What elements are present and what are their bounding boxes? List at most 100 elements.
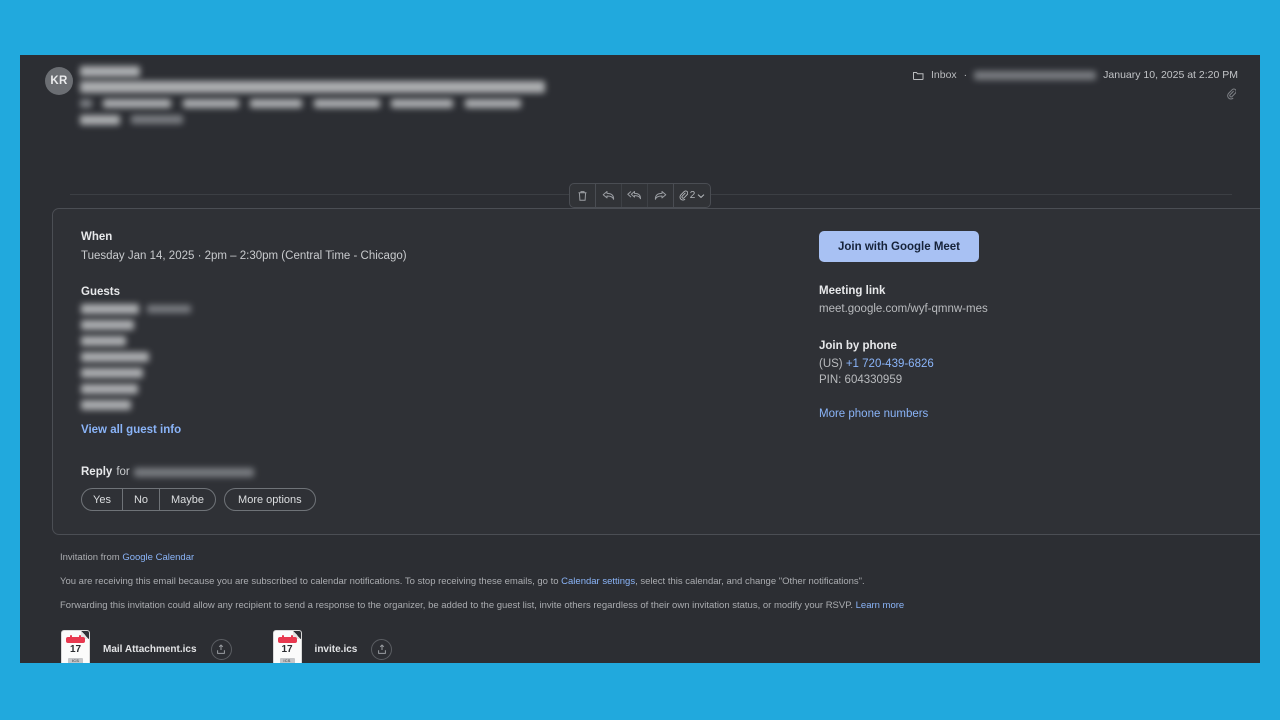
sender-name-value: Kate Ryan: [80, 66, 140, 77]
file-extension-badge: ICS: [280, 658, 295, 663]
mail-message-window: KR Kate Ryan Invitation: Bookstore Conte…: [20, 55, 1260, 663]
when-section: When Tuesday Jan 14, 2025 · 2pm – 2:30pm…: [81, 231, 781, 264]
attachment-filename: invite.ics: [315, 644, 358, 655]
meet-details-column: Join with Google Meet Meeting link meet.…: [819, 231, 1239, 422]
phone-number-link[interactable]: +1 720-439-6826: [846, 358, 934, 370]
view-all-guest-info-link[interactable]: View all guest info: [81, 424, 181, 436]
recipient-chip-4: Will Arrowhead: [314, 99, 380, 108]
delete-button[interactable]: [570, 184, 596, 207]
notice-part2: , select this calendar, and change "Othe…: [635, 576, 865, 587]
download-icon: [216, 644, 226, 655]
when-label: When: [81, 231, 781, 243]
forwarding-notice-line: Forwarding this invitation could allow a…: [60, 599, 1220, 612]
phone-line: (US) +1 720-439-6826: [819, 356, 1239, 372]
rsvp-maybe-button[interactable]: Maybe: [160, 489, 215, 510]
meeting-link-label: Meeting link: [819, 285, 1239, 297]
mailbox-separator: ·: [964, 69, 968, 81]
recipient-chip-3: Piper Milos: [250, 99, 302, 108]
attachment-item[interactable]: 17 ICS invite.ics: [268, 627, 399, 663]
mailbox-label: Inbox: [931, 69, 957, 81]
attachment-item[interactable]: 17 ICS Mail Attachment.ics: [56, 627, 238, 663]
join-by-phone-section: Join by phone (US) +1 720-439-6826 PIN: …: [819, 340, 1239, 422]
more-phone-numbers-link[interactable]: More phone numbers: [819, 408, 928, 420]
download-attachment-button[interactable]: [211, 639, 232, 660]
invitation-from-line: Invitation from Google Calendar: [60, 551, 1220, 564]
guest-name: Kate Ryan: [81, 304, 139, 314]
trash-icon: [577, 190, 588, 202]
forward-notice-text: Forwarding this invitation could allow a…: [60, 600, 853, 611]
message-action-toolbar[interactable]: 2: [569, 183, 711, 208]
guest-name: Patricia Smith: [81, 320, 134, 330]
invite-details-column: When Tuesday Jan 14, 2025 · 2pm – 2:30pm…: [81, 231, 781, 511]
guest-name: Piper Milos: [81, 336, 126, 346]
rsvp-segmented-control[interactable]: Yes No Maybe: [81, 488, 216, 511]
reply-all-button[interactable]: [622, 184, 648, 207]
received-date: January 10, 2025 at 2:20 PM: [1103, 69, 1238, 81]
mailbox-folder-icon: [913, 71, 924, 80]
phone-pin: PIN: 604330959: [819, 372, 1239, 388]
recipient-chip-1: recipient.one: [103, 99, 171, 108]
attachments-dropdown-button[interactable]: 2: [674, 184, 710, 207]
invitation-from-prefix: Invitation from: [60, 552, 120, 563]
download-icon: [377, 644, 387, 655]
guest-name: Will Chapman: [81, 368, 143, 378]
reply-for-email-redacted: you@example.com: [134, 468, 254, 477]
guest-list-item: Brian Crosby: [81, 399, 781, 410]
more-options-button[interactable]: More options: [224, 488, 316, 511]
join-with-google-meet-button[interactable]: Join with Google Meet: [819, 231, 979, 262]
calendar-file-icon: 17 ICS: [274, 631, 301, 663]
download-attachment-button[interactable]: [371, 639, 392, 660]
calendar-file-icon: 17 ICS: [62, 631, 89, 663]
notification-notice-line: You are receiving this email because you…: [60, 575, 1220, 588]
reply-for-word: for: [116, 466, 129, 478]
reply-to-value: organizer: [131, 115, 183, 124]
guest-list-item: Will Chapman: [81, 367, 781, 378]
forward-arrow-icon: [654, 190, 667, 201]
guest-list-item: Will Arrowhead: [81, 351, 781, 362]
guests-label: Guests: [81, 286, 781, 298]
learn-more-link[interactable]: Learn more: [856, 600, 905, 611]
meeting-link-value[interactable]: meet.google.com/wyf-qmnw-mes: [819, 301, 1239, 317]
attachments-bar: 17 ICS Mail Attachment.ics 17 ICS invite…: [56, 627, 398, 663]
subject-redacted: Invitation: Bookstore Content Dev Kickof…: [80, 80, 700, 92]
guest-organizer-tag: organizer: [147, 305, 191, 313]
notice-part1: You are receiving this email because you…: [60, 576, 559, 587]
calendar-day-number: 17: [274, 644, 301, 655]
guest-list-item: Kate Ryan organizer: [81, 303, 781, 314]
guest-list-item: Patricia Smith: [81, 319, 781, 330]
reply-to-label: Reply-To:: [80, 115, 120, 125]
attachment-filename: Mail Attachment.ics: [103, 644, 197, 655]
recipient-chip-2: Patricia Smith: [183, 99, 239, 108]
forward-button[interactable]: [648, 184, 674, 207]
reply-for-line: Reply for you@example.com: [81, 466, 781, 478]
chevron-down-icon: [697, 193, 705, 199]
avatar: KR: [45, 67, 73, 95]
calendar-band: [278, 637, 297, 643]
recipient-chip-0: To:: [80, 99, 92, 108]
attachment-paperclip-icon: [1227, 87, 1236, 105]
reply-button[interactable]: [596, 184, 622, 207]
guest-name: Dexter Wonder: [81, 384, 138, 394]
header-meta: Inbox · sender@example.com January 10, 2…: [913, 69, 1238, 81]
desktop-background: KR Kate Ryan Invitation: Bookstore Conte…: [0, 0, 1280, 720]
rsvp-yes-button[interactable]: Yes: [82, 489, 123, 510]
recipients-redacted: To: recipient.one Patricia Smith Piper M…: [80, 97, 700, 107]
calendar-settings-link[interactable]: Calendar settings: [561, 576, 635, 587]
rsvp-buttons-row: Yes No Maybe More options: [81, 488, 781, 511]
message-header-text: Kate Ryan Invitation: Bookstore Content …: [80, 65, 700, 126]
guest-name: Brian Crosby: [81, 400, 131, 410]
guests-section: Guests Kate Ryan organizer Patricia Smit…: [81, 286, 781, 438]
rsvp-section: Reply for you@example.com Yes No Maybe M…: [81, 466, 781, 511]
file-extension-badge: ICS: [68, 658, 83, 663]
rsvp-no-button[interactable]: No: [123, 489, 160, 510]
google-calendar-link[interactable]: Google Calendar: [122, 552, 194, 563]
calendar-day-number: 17: [62, 644, 89, 655]
calendar-band: [66, 637, 85, 643]
meeting-link-section: Meeting link meet.google.com/wyf-qmnw-me…: [819, 285, 1239, 317]
recipient-chip-6: Dexter Wonder: [465, 99, 521, 108]
calendar-invite-card: When Tuesday Jan 14, 2025 · 2pm – 2:30pm…: [52, 208, 1260, 535]
sender-name-redacted: Kate Ryan: [80, 65, 700, 76]
mailbox-account-redacted: sender@example.com: [974, 71, 1096, 80]
reply-arrow-icon: [602, 190, 615, 201]
message-header: KR Kate Ryan Invitation: Bookstore Conte…: [20, 55, 1260, 147]
